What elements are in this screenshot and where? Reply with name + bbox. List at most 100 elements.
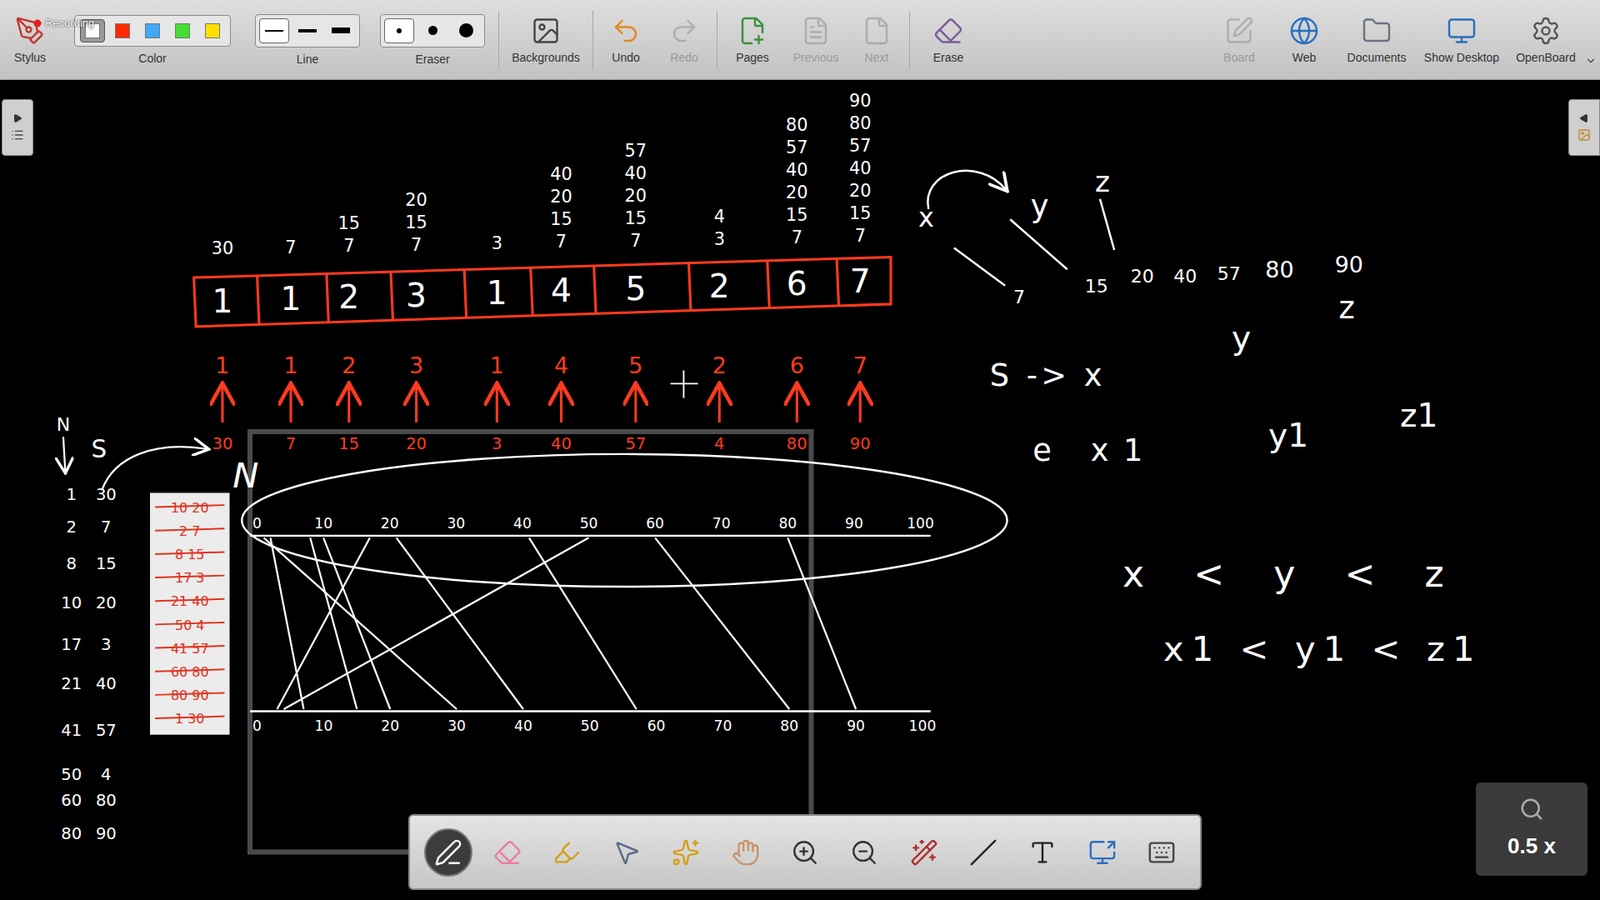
- note-text: x: [918, 201, 935, 234]
- zoom-out-tool[interactable]: [840, 828, 889, 877]
- web-button[interactable]: Web: [1271, 15, 1337, 65]
- pages-list-icon: [10, 128, 25, 142]
- line-width-option[interactable]: [292, 18, 323, 44]
- previous-icon: [800, 15, 831, 46]
- board-button[interactable]: Board: [1206, 15, 1272, 65]
- stack-value: 40: [785, 160, 808, 180]
- svg-text:2: 2: [65, 517, 76, 537]
- backgrounds-button[interactable]: Backgrounds: [502, 15, 590, 65]
- eraser-button[interactable]: Eraser: [370, 14, 495, 66]
- svg-text:8 15: 8 15: [175, 546, 205, 563]
- stack-value: 90: [849, 90, 871, 111]
- board-frame: [250, 431, 811, 852]
- cell-label: 4: [554, 352, 569, 379]
- cell-label: 1: [490, 352, 505, 379]
- stack-value: 7: [285, 237, 296, 258]
- svg-text:3: 3: [405, 276, 427, 315]
- svg-text:50 4: 50 4: [175, 617, 205, 634]
- right-side-tab[interactable]: [1568, 99, 1600, 156]
- pages-button[interactable]: Pages: [720, 15, 785, 65]
- eraser-size-option[interactable]: [450, 18, 481, 44]
- stack-value: 20: [405, 190, 427, 210]
- line-tool[interactable]: [959, 828, 1008, 877]
- recording-indicator: Recording: [33, 15, 95, 32]
- line-button[interactable]: Line: [245, 14, 370, 66]
- stack-value: 7: [555, 231, 567, 252]
- stack-value: 40: [550, 164, 572, 185]
- svg-text:60 80: 60 80: [170, 664, 210, 680]
- laser-tool[interactable]: [900, 828, 949, 877]
- top-axis-tick: 50: [580, 515, 599, 532]
- note-paper: [150, 492, 230, 735]
- array-box: [194, 257, 891, 327]
- cell-label: 7: [853, 352, 868, 379]
- array-divider: [689, 263, 691, 311]
- svg-text:6: 6: [786, 265, 808, 303]
- pair-row: 4157: [60, 720, 117, 740]
- note-text: y1: [1268, 416, 1309, 455]
- svg-text:41 57: 41 57: [170, 640, 210, 657]
- hand-tool[interactable]: [721, 828, 770, 877]
- color-swatch[interactable]: [140, 19, 165, 43]
- toolbar-separator: [909, 10, 910, 70]
- svg-text:17: 17: [60, 635, 82, 655]
- eraser-size-option[interactable]: [417, 18, 448, 44]
- selector-tool[interactable]: [602, 828, 651, 877]
- array-cell: 24324: [709, 206, 730, 454]
- openboard-button[interactable]: OpenBoard: [1506, 15, 1585, 65]
- pair-row: 2140: [60, 674, 117, 694]
- stack-value: 15: [625, 208, 647, 229]
- zoom-out-icon: [850, 838, 879, 867]
- svg-text:2: 2: [338, 278, 360, 316]
- marker-tool[interactable]: [542, 828, 591, 877]
- text-tool[interactable]: [1018, 828, 1067, 877]
- dropdown-arrow-icon[interactable]: [1585, 55, 1597, 67]
- segment: [264, 537, 458, 710]
- color-swatch[interactable]: [200, 19, 225, 43]
- svg-text:21: 21: [60, 674, 82, 694]
- cell-result: 57: [625, 434, 646, 454]
- cell-label: 6: [790, 352, 805, 379]
- next-button[interactable]: Next: [847, 15, 906, 65]
- cell-result: 7: [285, 434, 296, 454]
- svg-text:1: 1: [280, 280, 302, 318]
- keyboard-tool[interactable]: [1137, 828, 1186, 877]
- pen-icon: [434, 838, 463, 867]
- whiteboard-drawing[interactable]: 1301301717215721532015732013134402015744…: [0, 0, 1600, 900]
- array-divider: [464, 270, 466, 319]
- pen-tool[interactable]: [424, 828, 473, 877]
- toolbar-separator: [716, 10, 718, 70]
- stack-value: 7: [630, 230, 641, 251]
- pair-row: 6080: [60, 790, 117, 810]
- capture-tool[interactable]: [1078, 828, 1127, 877]
- top-axis: [250, 535, 931, 537]
- left-side-tab[interactable]: [1, 99, 34, 156]
- pair-row: 8090: [60, 824, 117, 844]
- play-tool[interactable]: [661, 828, 710, 877]
- color-palette: [74, 15, 231, 47]
- erase-button[interactable]: Erase: [913, 15, 984, 65]
- desktop-button[interactable]: Show Desktop: [1416, 15, 1507, 65]
- cell-result: 80: [786, 434, 808, 454]
- line-width-picker: [255, 14, 360, 48]
- eraser-size-option[interactable]: [384, 18, 415, 44]
- color-swatch[interactable]: [110, 19, 135, 43]
- redo-button[interactable]: Redo: [655, 15, 714, 65]
- color-swatch[interactable]: [170, 19, 195, 43]
- header-s: S: [90, 435, 107, 464]
- record-dot-icon: [33, 19, 42, 28]
- documents-button[interactable]: Documents: [1336, 15, 1417, 65]
- stack-value: 57: [785, 137, 808, 158]
- zoom-in-tool[interactable]: [780, 828, 830, 877]
- undo-button[interactable]: Undo: [596, 15, 655, 65]
- eraser-tool[interactable]: [483, 828, 532, 877]
- stack-value: 40: [625, 163, 647, 184]
- stack-value: 15: [405, 212, 427, 233]
- line-width-option[interactable]: [325, 18, 356, 44]
- previous-button[interactable]: Previous: [784, 15, 848, 65]
- stack-value: 30: [211, 238, 234, 259]
- stack-value: 80: [785, 115, 808, 135]
- line-width-option[interactable]: [259, 18, 290, 44]
- cell-label: 1: [283, 352, 298, 379]
- selector-icon: [612, 838, 641, 867]
